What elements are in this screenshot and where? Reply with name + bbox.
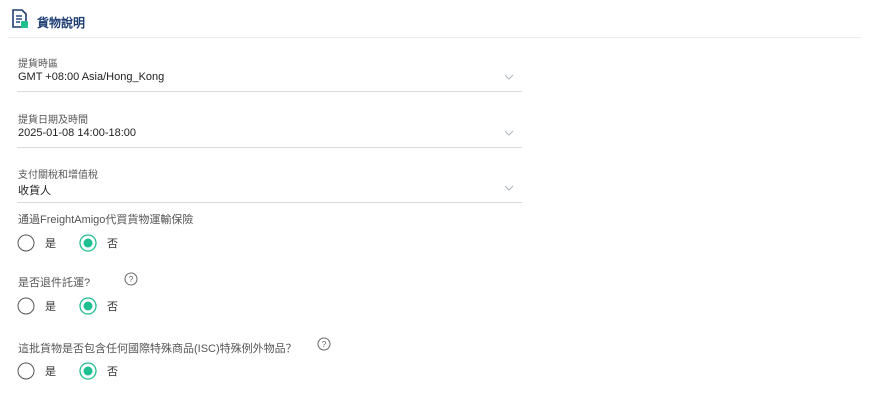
radio-checked-icon bbox=[79, 362, 97, 380]
insurance-yes-radio[interactable]: 是 bbox=[17, 234, 56, 252]
chevron-down-icon bbox=[504, 74, 514, 80]
isc-no-label: 否 bbox=[107, 366, 118, 378]
isc-yes-radio[interactable]: 是 bbox=[17, 362, 56, 380]
help-icon[interactable]: ? bbox=[317, 337, 331, 351]
duties-taxes-select[interactable]: 支付關稅和增值稅 收貨人 bbox=[17, 166, 522, 203]
help-icon[interactable]: ? bbox=[124, 272, 138, 286]
timezone-value: GMT +08:00 Asia/Hong_Kong bbox=[18, 71, 165, 83]
isc-no-radio[interactable]: 否 bbox=[79, 362, 118, 380]
document-icon bbox=[12, 9, 28, 28]
return-shipment-no-radio[interactable]: 否 bbox=[79, 297, 118, 315]
section-title: 貨物說明 bbox=[37, 16, 86, 30]
insurance-no-label: 否 bbox=[107, 238, 118, 250]
return-shipment-yes-radio[interactable]: 是 bbox=[17, 297, 56, 315]
radio-unchecked-icon bbox=[17, 362, 35, 380]
pickup-datetime-value: 2025-01-08 14:00-18:00 bbox=[18, 127, 137, 139]
radio-unchecked-icon bbox=[17, 234, 35, 252]
timezone-select[interactable]: 提貨時區 GMT +08:00 Asia/Hong_Kong bbox=[17, 55, 522, 92]
timezone-label: 提貨時區 bbox=[18, 59, 58, 70]
radio-checked-icon bbox=[79, 297, 97, 315]
insurance-no-radio[interactable]: 否 bbox=[79, 234, 118, 252]
isc-yes-label: 是 bbox=[45, 366, 56, 378]
insurance-question: 通過FreightAmigo代買貨物運輸保險 bbox=[18, 214, 194, 226]
svg-text:?: ? bbox=[129, 274, 134, 284]
isc-question: 這批貨物是否包含任何國際特殊商品(ISC)特殊例外物品？ bbox=[18, 343, 297, 355]
svg-text:?: ? bbox=[322, 339, 327, 349]
chevron-down-icon bbox=[504, 185, 514, 191]
duties-taxes-value: 收貨人 bbox=[18, 185, 51, 197]
pickup-datetime-label: 提貨日期及時間 bbox=[18, 115, 88, 126]
pickup-datetime-select[interactable]: 提貨日期及時間 2025-01-08 14:00-18:00 bbox=[17, 111, 522, 148]
radio-checked-icon bbox=[79, 234, 97, 252]
chevron-down-icon bbox=[504, 130, 514, 136]
radio-unchecked-icon bbox=[17, 297, 35, 315]
duties-taxes-label: 支付關稅和增值稅 bbox=[18, 170, 98, 181]
insurance-yes-label: 是 bbox=[45, 238, 56, 250]
return-shipment-question: 是否退件託運? bbox=[18, 277, 91, 289]
return-shipment-no-label: 否 bbox=[107, 301, 118, 313]
return-shipment-yes-label: 是 bbox=[45, 301, 56, 313]
section-header: 貨物說明 bbox=[8, 8, 861, 38]
